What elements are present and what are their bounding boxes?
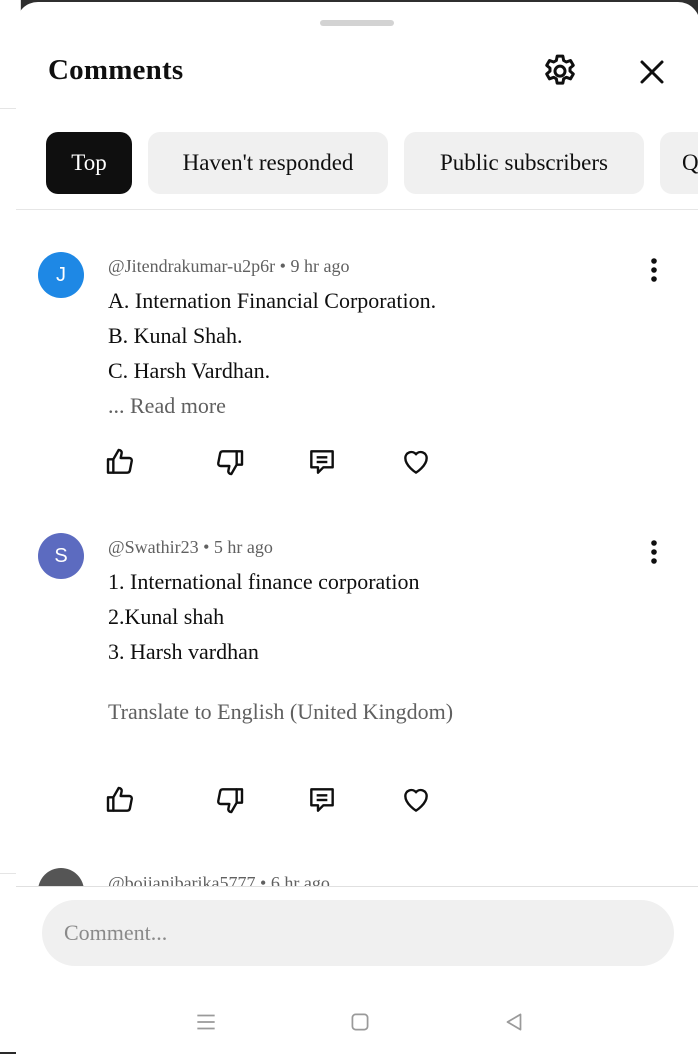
avatar[interactable]: S (38, 533, 84, 579)
avatar-photo[interactable] (38, 868, 84, 886)
more-vert-icon (650, 873, 658, 887)
back-triangle-icon (501, 1009, 527, 1040)
comment-menu-button[interactable] (636, 868, 672, 886)
divider (16, 209, 698, 210)
chip-partial[interactable]: Q (660, 132, 698, 194)
panel-title: Comments (48, 54, 184, 86)
system-nav-bar (16, 992, 698, 1054)
comment-text-line: A. Internation Financial Corporation. (108, 288, 437, 313)
close-button[interactable] (630, 52, 674, 96)
comment-text-line: 2.Kunal shah (108, 604, 225, 629)
heart-icon (400, 446, 432, 483)
chip-public-subscribers[interactable]: Public subscribers (404, 132, 644, 194)
heart-icon (400, 784, 432, 821)
comment-text-line: C. Harsh Vardhan. (108, 358, 271, 383)
divider (16, 886, 698, 887)
like-button[interactable] (100, 444, 140, 484)
more-vert-icon (650, 539, 658, 570)
reply-button[interactable] (302, 444, 342, 484)
chip-havent-responded[interactable]: Haven't responded (148, 132, 388, 194)
gear-icon (540, 52, 580, 97)
reply-comment-icon (306, 784, 338, 821)
dislike-button[interactable] (210, 444, 250, 484)
comment-menu-button[interactable] (636, 252, 672, 292)
heart-button[interactable] (396, 444, 436, 484)
comment-item-partial: @bojjanibarika5777 • 6 hr ago (16, 864, 698, 886)
chip-top[interactable]: Top (46, 132, 132, 194)
translate-link[interactable]: Translate to English (United Kingdom) (108, 699, 453, 725)
home-square-icon (347, 1009, 373, 1040)
comment-text-line: B. Kunal Shah. (108, 323, 243, 348)
comment-meta[interactable]: @Jitendrakumar-u2p6r • 9 hr ago (108, 256, 349, 277)
comment-input[interactable]: Comment... (42, 900, 674, 966)
close-icon (637, 57, 667, 92)
like-button[interactable] (100, 782, 140, 822)
comment-meta[interactable]: @bojjanibarika5777 • 6 hr ago (108, 873, 330, 886)
thumbs-down-icon (214, 446, 246, 483)
comment-text-line: 1. International finance corporation (108, 569, 420, 594)
avatar[interactable]: J (38, 252, 84, 298)
dislike-button[interactable] (210, 782, 250, 822)
menu-icon (193, 1009, 219, 1040)
reply-button[interactable] (302, 782, 342, 822)
back-button[interactable] (494, 1004, 534, 1044)
read-more-link[interactable]: ... Read more (108, 393, 226, 419)
thumbs-down-icon (214, 784, 246, 821)
home-button[interactable] (340, 1004, 380, 1044)
thumbs-up-icon (104, 784, 136, 821)
settings-button[interactable] (538, 52, 582, 96)
reply-comment-icon (306, 446, 338, 483)
comment-menu-button[interactable] (636, 534, 672, 574)
comments-sheet: Comments Top Haven't responded Public su… (16, 2, 698, 1054)
comment-text-line: 3. Harsh vardhan (108, 639, 259, 664)
heart-button[interactable] (396, 782, 436, 822)
comment-meta[interactable]: @Swathir23 • 5 hr ago (108, 537, 273, 558)
recent-apps-button[interactable] (186, 1004, 226, 1044)
thumbs-up-icon (104, 446, 136, 483)
drag-handle[interactable] (320, 20, 394, 26)
more-vert-icon (650, 257, 658, 288)
